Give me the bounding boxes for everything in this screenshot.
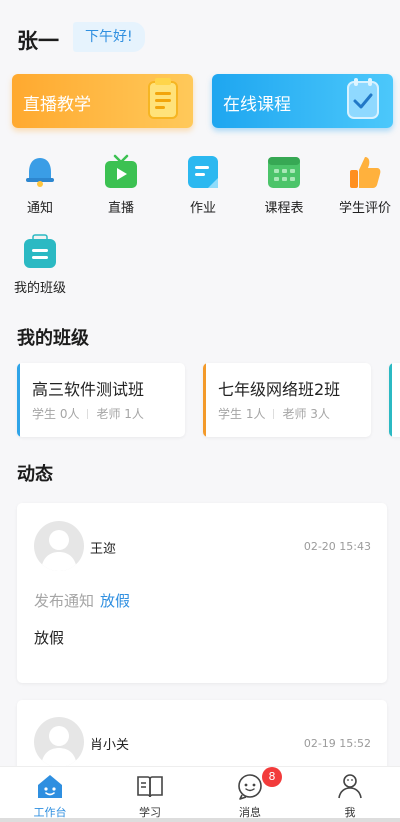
tv-play-icon bbox=[105, 154, 137, 188]
class-card-accent bbox=[17, 363, 20, 437]
class-teachers: 老师 3人 bbox=[282, 407, 330, 421]
workbench-page: 张一 下午好! 直播教学 在线课程 通知 直播 作业 课程表 学生评价 我的班级… bbox=[0, 0, 400, 822]
tab-messages[interactable]: 消息 bbox=[200, 767, 300, 822]
class-name: 七年级网络班2班 bbox=[218, 380, 341, 399]
menu-homework-label: 作业 bbox=[189, 201, 216, 216]
classes-section-title: 我的班级 bbox=[17, 328, 89, 349]
menu-my-class-label: 我的班级 bbox=[13, 281, 66, 296]
class-students: 学生 0人 bbox=[32, 407, 80, 421]
class-board-icon bbox=[24, 234, 56, 268]
feed-section-title: 动态 bbox=[17, 464, 53, 485]
book-icon bbox=[137, 776, 163, 798]
calendar-icon bbox=[268, 157, 300, 188]
menu-student-review-label: 学生评价 bbox=[338, 201, 391, 216]
home-indicator bbox=[0, 818, 400, 822]
menu-timetable[interactable]: 课程表 bbox=[247, 153, 321, 216]
class-meta: 学生 1人 老师 3人 bbox=[218, 405, 330, 422]
class-card-partial[interactable] bbox=[389, 363, 400, 437]
default-avatar-icon bbox=[41, 530, 77, 571]
online-course-icon bbox=[347, 78, 379, 119]
menu-timetable-label: 课程表 bbox=[264, 201, 304, 216]
header: 张一 下午好! bbox=[0, 0, 400, 70]
feed-type: 发布通知 放假 bbox=[34, 590, 130, 611]
username: 张一 bbox=[17, 29, 59, 53]
class-name: 高三软件测试班 bbox=[32, 380, 145, 399]
meta-divider bbox=[273, 409, 275, 419]
tab-workbench[interactable]: 工作台 bbox=[0, 767, 100, 822]
avatar bbox=[34, 521, 84, 571]
feed-time: 02-19 15:52 bbox=[303, 737, 371, 750]
bottom-tab-bar: 工作台 学习 消息 我 bbox=[0, 766, 400, 822]
person-icon bbox=[338, 774, 362, 799]
online-course-card[interactable]: 在线课程 bbox=[212, 74, 393, 128]
feed-card[interactable]: 王迩 02-20 15:43 发布通知 放假 放假 bbox=[17, 503, 387, 683]
homework-icon bbox=[188, 156, 218, 188]
menu-notice-label: 通知 bbox=[26, 201, 53, 216]
feed-body: 放假 bbox=[34, 629, 65, 647]
live-teaching-card[interactable]: 直播教学 bbox=[12, 74, 193, 128]
live-board-icon bbox=[148, 78, 178, 119]
class-card[interactable]: 七年级网络班2班 学生 1人 老师 3人 bbox=[203, 363, 371, 437]
bell-icon bbox=[26, 158, 54, 187]
feed-author: 肖小关 bbox=[90, 738, 130, 753]
message-icon bbox=[238, 774, 262, 800]
live-teaching-label: 直播教学 bbox=[23, 95, 91, 115]
menu-live-label: 直播 bbox=[107, 201, 134, 216]
class-students: 学生 1人 bbox=[218, 407, 266, 421]
class-card[interactable]: 高三软件测试班 学生 0人 老师 1人 bbox=[17, 363, 185, 437]
tab-study[interactable]: 学习 bbox=[100, 767, 200, 822]
greeting-badge: 下午好! bbox=[73, 22, 145, 52]
menu-live[interactable]: 直播 bbox=[84, 153, 158, 216]
feed-type-label: 发布通知 bbox=[34, 592, 95, 610]
default-avatar-icon bbox=[41, 726, 77, 767]
messages-badge: 8 bbox=[262, 767, 282, 787]
class-teachers: 老师 1人 bbox=[96, 407, 144, 421]
home-icon bbox=[38, 775, 62, 798]
class-meta: 学生 0人 老师 1人 bbox=[32, 405, 144, 422]
tab-me[interactable]: 我 bbox=[300, 767, 400, 822]
feed-time: 02-20 15:43 bbox=[303, 540, 371, 553]
menu-student-review[interactable]: 学生评价 bbox=[328, 153, 400, 216]
menu-homework[interactable]: 作业 bbox=[166, 153, 240, 216]
feed-title: 放假 bbox=[100, 592, 131, 610]
meta-divider bbox=[87, 409, 89, 419]
online-course-label: 在线课程 bbox=[223, 95, 291, 115]
feed-author: 王迩 bbox=[90, 542, 117, 557]
class-card-accent bbox=[203, 363, 206, 437]
class-card-accent bbox=[389, 363, 392, 437]
menu-notice[interactable]: 通知 bbox=[3, 153, 77, 216]
thumbs-up-icon bbox=[350, 157, 381, 188]
menu-my-class[interactable]: 我的班级 bbox=[3, 233, 77, 296]
avatar bbox=[34, 717, 84, 767]
